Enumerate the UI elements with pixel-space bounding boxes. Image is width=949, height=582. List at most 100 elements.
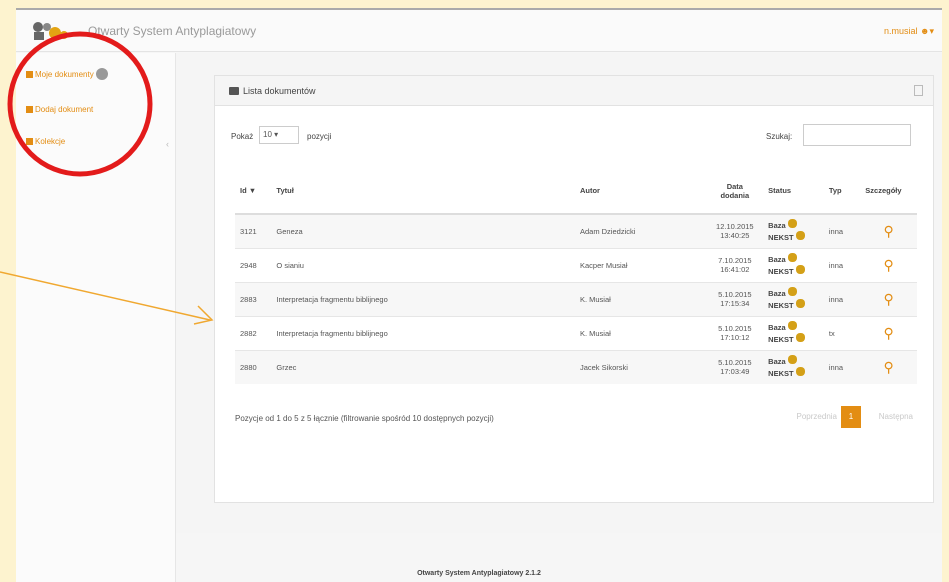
- panel-header: Lista dokumentów: [215, 76, 933, 106]
- header-author[interactable]: Autor: [574, 168, 707, 215]
- cell-details: ⚲: [860, 281, 917, 316]
- sidebar-item-label: Kolekcje: [35, 137, 66, 146]
- panel-title-text: Lista dokumentów: [243, 86, 316, 96]
- table-row[interactable]: 3121 Geneza Adam Dziedzicki 12.10.2015 13…: [235, 213, 917, 248]
- cell-details: ⚲: [860, 349, 917, 384]
- status-label: Baza: [768, 289, 786, 298]
- status-label: Baza: [768, 221, 786, 231]
- header-type[interactable]: Typ: [823, 168, 861, 215]
- sidebar: Moje dokumenty Dodaj dokument Kolekcje ‹: [16, 53, 176, 582]
- header-label: Status: [768, 186, 792, 195]
- people-icon: [787, 287, 797, 296]
- search-input[interactable]: [803, 124, 911, 146]
- people-icon: [787, 253, 797, 262]
- status-label: Baza: [768, 357, 786, 367]
- cell-status: Baza NEKST: [763, 213, 824, 248]
- cell-date: 5.10.2015 17:10:12: [706, 315, 764, 350]
- status-label: Baza: [768, 323, 786, 332]
- cell-id: 2883: [235, 281, 272, 316]
- cell-author: Kacper Musiał: [574, 247, 707, 282]
- cell-details: ⚲: [860, 247, 917, 282]
- table-row[interactable]: 2883 Interpretacja fragmentu biblijnego …: [235, 281, 917, 316]
- people-icon: [787, 219, 797, 229]
- folder-open-icon: [229, 87, 239, 95]
- people-icon: [787, 355, 797, 365]
- search-icon[interactable]: ⚲: [884, 291, 894, 307]
- sidebar-item-collections[interactable]: Kolekcje: [26, 137, 65, 146]
- search-icon[interactable]: ⚲: [884, 257, 894, 273]
- cell-id: 2880: [235, 349, 272, 384]
- prev-page-button[interactable]: Poprzednia: [797, 412, 837, 421]
- time-value: 17:03:49: [720, 367, 750, 377]
- sidebar-item-label: Dodaj dokument: [35, 105, 94, 114]
- next-page-button[interactable]: Następna: [879, 412, 913, 421]
- app-screen: Otwarty System Antyplagiatowy n.musial ☻…: [16, 8, 942, 582]
- header-title[interactable]: Tytuł: [271, 168, 575, 215]
- date-value: 5.10.2015: [718, 290, 752, 299]
- chevron-down-icon: ▾: [274, 130, 279, 139]
- cell-type: inna: [823, 281, 861, 316]
- documents-table: Id ▼ Tytuł Autor Data dodania Status Typ…: [235, 168, 917, 384]
- status-label: NEKST: [768, 233, 794, 243]
- per-page-label: pozycji: [307, 132, 332, 141]
- cell-status: Baza NEKST: [763, 315, 824, 350]
- time-value: 17:15:34: [720, 299, 750, 308]
- cell-details: ⚲: [860, 213, 917, 248]
- cell-title: Geneza: [271, 213, 575, 248]
- document-icon[interactable]: [914, 85, 923, 96]
- sidebar-item-my-documents[interactable]: Moje dokumenty: [26, 68, 108, 80]
- file-icon: [26, 71, 33, 78]
- cell-author: Jacek Sikorski: [574, 349, 707, 384]
- cell-type: inna: [823, 349, 861, 384]
- header-status[interactable]: Status: [763, 168, 824, 215]
- header-id[interactable]: Id ▼: [235, 168, 272, 215]
- cell-author: K. Musiał: [574, 315, 707, 350]
- show-label: Pokaż: [231, 132, 254, 141]
- sidebar-item-add-document[interactable]: Dodaj dokument: [26, 105, 93, 114]
- documents-panel: Lista dokumentów Pokaż 10 ▾ pozycji Szuk…: [214, 75, 934, 503]
- search-icon[interactable]: ⚲: [884, 325, 894, 341]
- date-value: 5.10.2015: [718, 324, 752, 333]
- user-menu[interactable]: n.musial ☻▾: [884, 26, 934, 37]
- status-label: Baza: [768, 255, 786, 264]
- chevron-left-icon[interactable]: ‹: [166, 139, 169, 149]
- people-icon: [795, 367, 805, 377]
- main-content: Lista dokumentów Pokaż 10 ▾ pozycji Szuk…: [176, 53, 942, 533]
- people-icon: [795, 231, 805, 241]
- table-row[interactable]: 2880 Grzeс Jacek Sikorski 5.10.2015 17:03…: [235, 349, 917, 384]
- header-label: Id: [240, 186, 247, 195]
- search-icon[interactable]: ⚲: [884, 359, 894, 375]
- status-label: NEKST: [768, 369, 794, 379]
- page-size-select[interactable]: 10 ▾: [259, 126, 299, 144]
- cell-title: Interpretacja fragmentu biblijnego: [271, 281, 575, 316]
- header-details: Szczegóły: [860, 168, 917, 215]
- cell-title: Grzeс: [271, 349, 575, 384]
- cell-date: 7.10.2015 16:41:02: [706, 247, 764, 282]
- date-value: 7.10.2015: [718, 256, 752, 265]
- brand-title[interactable]: Otwarty System Antyplagiatowy: [88, 24, 256, 38]
- logo-icon[interactable]: [30, 18, 70, 44]
- time-value: 13:40:25: [720, 231, 750, 241]
- sort-desc-icon: ▼: [248, 186, 257, 195]
- cell-type: inna: [823, 213, 861, 248]
- header-label: Typ: [828, 186, 842, 195]
- people-icon: [787, 321, 797, 330]
- header-date[interactable]: Data dodania: [706, 168, 764, 215]
- search-icon[interactable]: ⚲: [884, 223, 894, 239]
- people-icon: [795, 265, 805, 274]
- plus-icon: [26, 106, 33, 113]
- cell-status: Baza NEKST: [763, 349, 824, 384]
- footer: Otwarty System Antyplagiatowy 2.1.2: [417, 570, 541, 577]
- table-row[interactable]: 2882 Interpretacja fragmentu biblijnego …: [235, 315, 917, 350]
- header-label: Tytuł: [276, 186, 294, 195]
- cell-id: 3121: [235, 213, 272, 248]
- cell-author: K. Musiał: [574, 281, 707, 316]
- cell-date: 5.10.2015 17:15:34: [706, 281, 764, 316]
- people-icon: [795, 299, 805, 308]
- table-row[interactable]: 2948 O sianiu Kacper Musiał 7.10.2015 16:…: [235, 247, 917, 282]
- user-icon: ☻▾: [920, 26, 934, 36]
- page-1-button[interactable]: 1: [841, 406, 861, 428]
- cell-type: inna: [823, 247, 861, 282]
- time-value: 16:41:02: [720, 265, 750, 274]
- cell-date: 12.10.2015 13:40:25: [706, 213, 764, 248]
